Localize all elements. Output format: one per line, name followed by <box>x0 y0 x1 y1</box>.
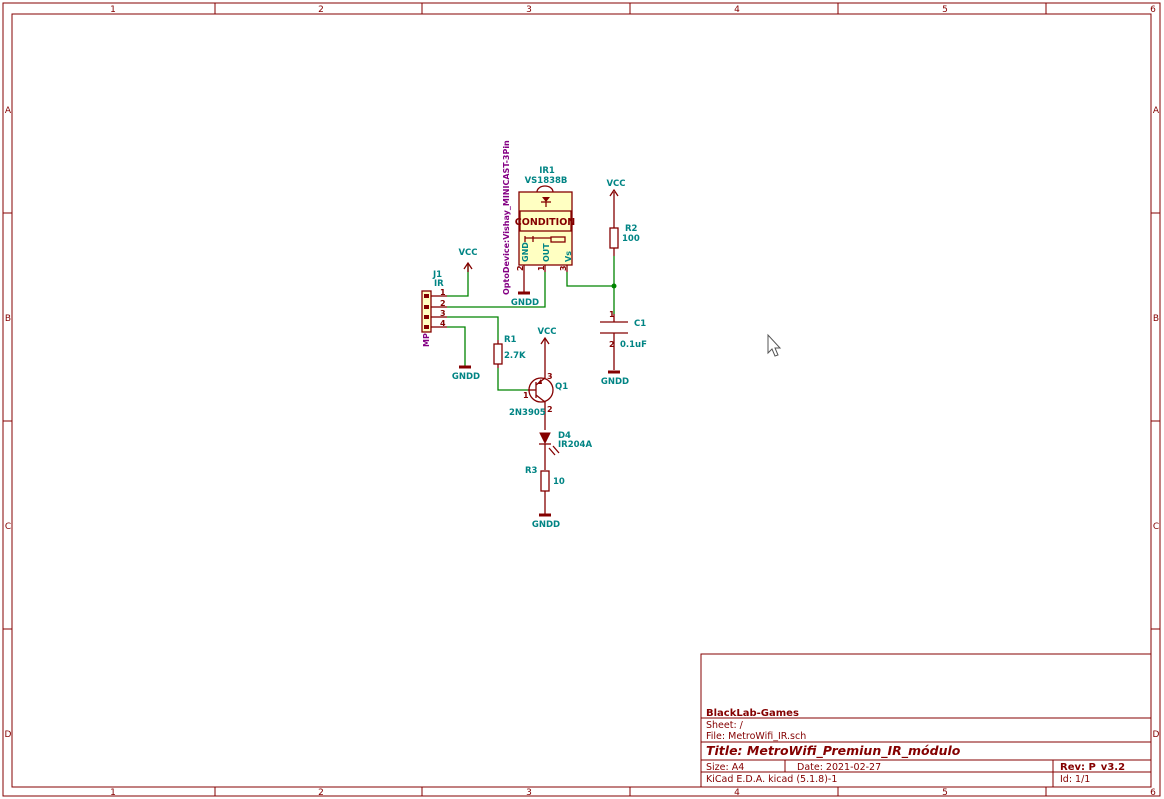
col-label-bottom: 3 <box>526 788 532 798</box>
q1-pin-num: 2 <box>547 405 553 414</box>
c1-pin-num: 1 <box>609 310 615 319</box>
j1-pin-num: 1 <box>440 288 446 297</box>
j1-pin-num: 3 <box>440 309 446 318</box>
col-label-top: 4 <box>734 5 740 15</box>
r1-ref: R1 <box>504 335 517 345</box>
file-name: File: MetroWifi_IR.sch <box>706 731 806 742</box>
sheet-id: Id: 1/1 <box>1060 774 1090 785</box>
c1-value: 0.1uF <box>620 340 647 350</box>
r3-value: 10 <box>553 477 565 487</box>
j1-label: MP <box>422 333 431 347</box>
ir1-inner-label: CONDITION <box>515 217 576 228</box>
r3-resistor[interactable]: R3 10 <box>525 466 565 514</box>
ir1-pin-num: 2 <box>516 265 525 271</box>
r2-ref: R2 <box>625 224 638 234</box>
gndd-symbol: GNDD <box>511 272 539 308</box>
col-label-bottom: 4 <box>734 788 740 798</box>
q1-value: 2N3905 <box>509 408 546 418</box>
row-label-right: A <box>1153 106 1160 116</box>
row-label-left: D <box>5 730 12 740</box>
col-label-top: 1 <box>110 5 116 15</box>
d4-ir-led[interactable]: D4 IR204A <box>539 431 592 470</box>
sheet-date: Date: 2021-02-27 <box>797 762 881 773</box>
svg-text:VCC: VCC <box>458 248 477 258</box>
wires <box>447 256 617 391</box>
svg-text:GNDD: GNDD <box>452 372 480 382</box>
r1-value: 2.7K <box>504 351 526 361</box>
j1-value: IR <box>434 279 444 289</box>
svg-text:VCC: VCC <box>606 179 625 189</box>
vcc-symbol: VCC <box>458 248 478 272</box>
svg-text:GNDD: GNDD <box>601 377 629 387</box>
ir1-footprint: OptoDevice:Vishay_MINICAST-3Pin <box>502 140 511 295</box>
svg-text:GNDD: GNDD <box>511 298 539 308</box>
svg-text:VCC: VCC <box>537 327 556 337</box>
junction-dot <box>611 283 617 289</box>
sheet-revision: Rev: P_v3.2 <box>1060 762 1125 773</box>
ir1-pin-name: OUT <box>542 243 551 262</box>
svg-text:GNDD: GNDD <box>532 520 560 530</box>
ir1-receiver[interactable]: CONDITION IR1 VS1838B OptoDevice:Vishay_… <box>502 140 575 295</box>
ir1-ref: IR1 <box>539 166 555 176</box>
zone-labels: 1 2 3 4 5 6 1 2 3 4 5 6 A B C D A B C D <box>5 5 1160 798</box>
col-label-top: 3 <box>526 5 532 15</box>
row-label-left: A <box>5 106 12 116</box>
row-label-right: C <box>1153 522 1159 532</box>
sheet-border <box>2 2 1161 797</box>
r1-resistor[interactable]: R1 2.7K <box>493 335 526 368</box>
ir1-pin-name: GND <box>521 242 530 262</box>
ir1-pin-name: Vs <box>564 251 573 262</box>
gndd-symbol: GNDD <box>532 513 560 530</box>
j1-pin-num: 2 <box>440 299 446 308</box>
col-label-top: 6 <box>1150 5 1156 15</box>
row-label-right: D <box>1153 730 1160 740</box>
ir1-value: VS1838B <box>525 176 568 186</box>
schematic-sheet[interactable]: 1 2 3 4 5 6 1 2 3 4 5 6 A B C D A B C D … <box>0 0 1164 799</box>
q1-pin-num: 1 <box>523 391 529 400</box>
title-block: BlackLab-Games Sheet: / File: MetroWifi_… <box>700 653 1152 788</box>
sheet-size: Size: A4 <box>706 762 744 773</box>
sheet-title: Title: MetroWifi_Premiun_IR_módulo <box>706 743 961 759</box>
c1-capacitor[interactable]: 1 2 C1 0.1uF <box>600 310 647 370</box>
col-label-bottom: 5 <box>942 788 948 798</box>
c1-ref: C1 <box>634 319 646 329</box>
sheet-path: Sheet: / <box>706 720 744 731</box>
row-label-right: B <box>1153 314 1159 324</box>
q1-emitter-arrow-icon <box>537 379 542 384</box>
col-label-bottom: 6 <box>1150 788 1156 798</box>
q1-pin-num: 3 <box>547 372 553 381</box>
vcc-symbol: VCC <box>537 327 557 372</box>
col-label-top: 2 <box>318 5 324 15</box>
d4-value: IR204A <box>558 440 592 450</box>
gndd-symbol: GNDD <box>601 370 629 387</box>
r2-value: 100 <box>622 234 640 244</box>
ir1-pin-num: 3 <box>559 265 568 271</box>
c1-pin-num: 2 <box>609 340 615 349</box>
mouse-cursor-icon <box>767 333 782 357</box>
r2-resistor[interactable]: R2 100 <box>609 224 640 256</box>
ir1-pin-num: 1 <box>537 265 546 271</box>
row-label-left: C <box>5 522 11 532</box>
col-label-top: 5 <box>942 5 948 15</box>
col-label-bottom: 2 <box>318 788 324 798</box>
d4-diode-icon <box>539 432 551 445</box>
gndd-symbol: GNDD <box>452 365 480 382</box>
tool-version: KiCad E.D.A. kicad (5.1.8)-1 <box>706 774 837 785</box>
j1-pin-num: 4 <box>440 319 446 328</box>
j1-connector[interactable]: 1 2 3 4 J1 IR MP <box>421 270 447 347</box>
col-label-bottom: 1 <box>110 788 116 798</box>
company-name: BlackLab-Games <box>706 708 799 719</box>
vcc-symbol: VCC <box>606 179 626 228</box>
r3-ref: R3 <box>525 466 538 476</box>
row-label-left: B <box>5 314 11 324</box>
q1-transistor[interactable]: 1 2 3 Q1 2N3905 <box>509 372 568 430</box>
q1-ref: Q1 <box>555 382 568 392</box>
